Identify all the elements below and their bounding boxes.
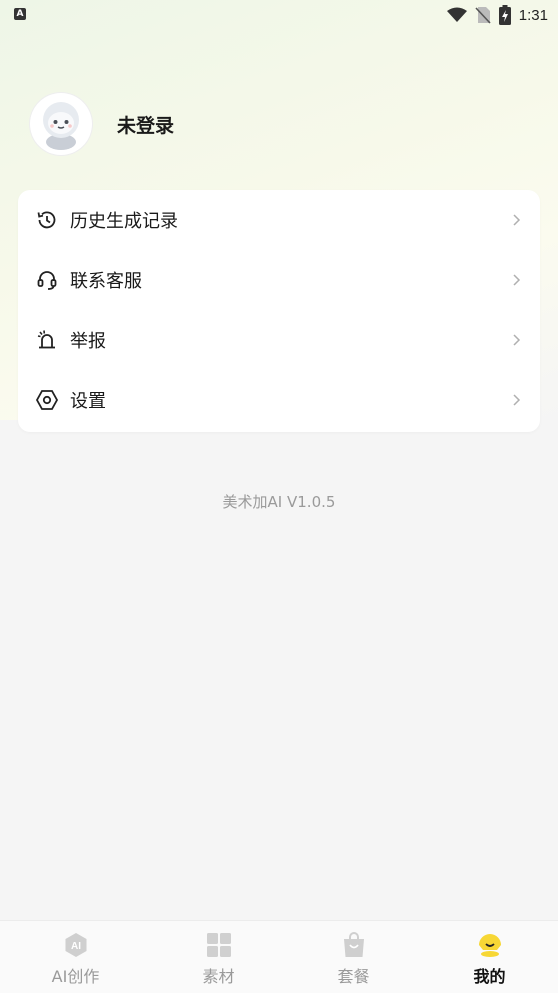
username[interactable]: 未登录 [117,111,174,138]
tab-ai-create[interactable]: AI AI创作 [6,921,145,993]
menu-item-history[interactable]: 历史生成记录 [18,190,540,250]
tab-label: 我的 [420,963,558,987]
profile-smile-icon [476,931,504,959]
status-bar: A 1:31 [0,0,558,30]
ai-create-icon: AI [62,931,90,959]
wifi-icon [447,7,467,23]
menu-item-label: 举报 [70,327,106,353]
status-right-group: 1:31 [447,4,548,26]
tab-packages[interactable]: 套餐 [284,921,423,993]
chevron-right-icon [510,393,522,407]
clock-time: 1:31 [519,7,548,24]
menu-item-label: 历史生成记录 [70,207,178,233]
history-icon [35,208,59,232]
tab-materials[interactable]: 素材 [149,921,288,993]
menu-item-label: 联系客服 [70,267,142,293]
no-sim-icon [475,6,491,24]
tab-label: 套餐 [284,963,423,987]
battery-charging-icon [499,5,511,25]
notification-icon: A [14,8,26,20]
headset-icon [35,268,59,292]
menu-card: 历史生成记录 联系客服 举报 [18,190,540,432]
app-version: 美术加AI V1.0.5 [0,491,558,512]
tab-label: 素材 [149,963,288,987]
profile-section[interactable]: 未登录 [30,93,174,155]
settings-icon [35,388,59,412]
bag-icon [340,931,368,959]
tab-label: AI创作 [6,963,145,987]
grid-icon [205,931,233,959]
tab-mine[interactable]: 我的 [420,921,558,993]
chevron-right-icon [510,213,522,227]
chevron-right-icon [510,333,522,347]
svg-text:AI: AI [71,941,81,952]
bottom-nav: AI AI创作 素材 套餐 [0,920,558,993]
alarm-icon [35,328,59,352]
chevron-right-icon [510,273,522,287]
menu-item-settings[interactable]: 设置 [18,370,540,430]
menu-item-report[interactable]: 举报 [18,310,540,370]
robot-avatar-icon[interactable] [30,93,92,155]
menu-item-label: 设置 [70,387,106,413]
menu-item-customer-service[interactable]: 联系客服 [18,250,540,310]
